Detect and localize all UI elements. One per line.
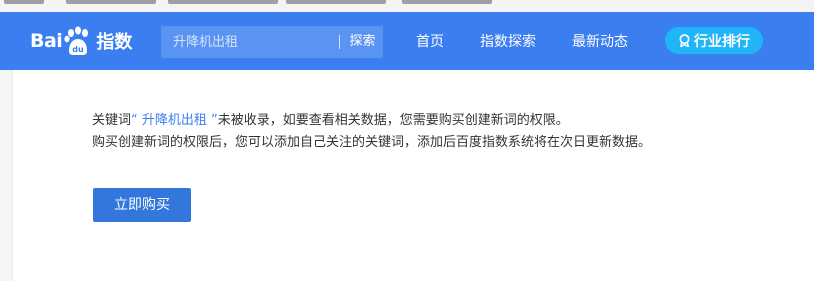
nav-index-explore[interactable]: 指数探索 [480, 32, 536, 52]
search-box: 探索 [161, 26, 383, 58]
keyword-not-indexed-message: 关键词“ 升降机出租 ”未被收录，如要查看相关数据，您需要购买创建新词的权限。 … [92, 110, 792, 154]
nav-home[interactable]: 首页 [416, 32, 444, 52]
nav-latest-news[interactable]: 最新动态 [572, 32, 628, 52]
bookmark-item[interactable] [66, 0, 156, 4]
search-input[interactable] [161, 26, 337, 58]
left-sidebar-strip [0, 70, 13, 281]
ranking-badge-icon [679, 34, 690, 47]
industry-ranking-label: 行业排行 [694, 33, 750, 50]
search-divider [339, 35, 340, 49]
bookmark-item[interactable] [286, 0, 386, 4]
bookmarks-bar [0, 0, 814, 12]
message-suffix: 未被收录，如要查看相关数据，您需要购买创建新词的权限。 [217, 113, 569, 128]
message-prefix: 关键词 [92, 113, 132, 128]
bookmark-item[interactable] [168, 0, 278, 4]
message-line-1: 关键词“ 升降机出租 ”未被收录，如要查看相关数据，您需要购买创建新词的权限。 [92, 110, 792, 132]
searched-keyword: “ 升降机出租 ” [131, 113, 218, 128]
logo-text-du: du [73, 45, 85, 54]
baidu-index-logo[interactable]: Bai du 指数 [30, 26, 132, 56]
bookmark-item[interactable] [402, 0, 492, 4]
search-button[interactable]: 探索 [342, 26, 383, 58]
baidu-paw-icon: du [64, 26, 89, 55]
top-navigation-bar: Bai du 指数 探索 首页 指数探索 最新动态 行业排行 [0, 12, 814, 70]
industry-ranking-button[interactable]: 行业排行 [665, 27, 763, 54]
bookmark-item[interactable] [4, 0, 44, 4]
logo-text-index: 指数 [96, 32, 133, 53]
message-line-2: 购买创建新词的权限后，您可以添加自己关注的关键词，添加后百度指数系统将在次日更新… [92, 135, 652, 150]
buy-now-button[interactable]: 立即购买 [93, 188, 191, 222]
logo-text-bai: Bai [30, 30, 63, 52]
